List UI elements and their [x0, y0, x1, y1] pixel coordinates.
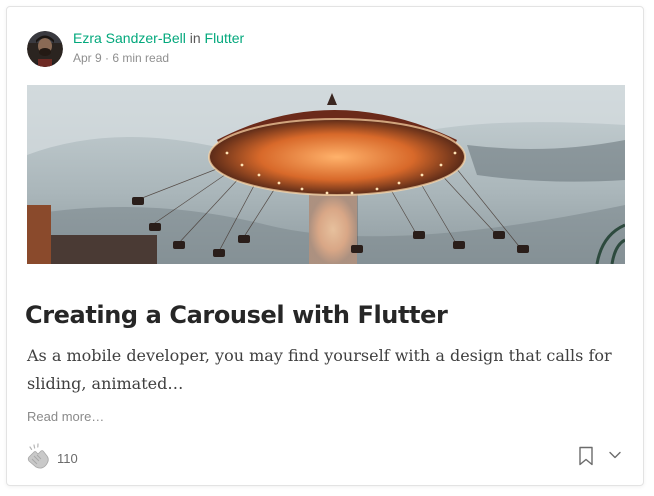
author-avatar[interactable]	[27, 31, 63, 67]
read-time: 6 min read	[112, 51, 170, 65]
chevron-down-icon[interactable]	[607, 448, 623, 462]
author-link[interactable]: Ezra Sandzer-Bell	[73, 30, 186, 46]
post-date-line: Apr 9 · 6 min read	[73, 49, 244, 67]
read-more-link[interactable]: Read more…	[27, 409, 104, 424]
post-title[interactable]: Creating a Carousel with Flutter	[25, 299, 448, 331]
clap-icon[interactable]	[25, 443, 51, 471]
publication-link[interactable]: Flutter	[205, 30, 245, 46]
bookmark-icon[interactable]	[578, 446, 594, 466]
post-subtitle: As a mobile developer, you may find your…	[27, 346, 612, 393]
post-meta: Ezra Sandzer-Bell in Flutter Apr 9 · 6 m…	[73, 28, 244, 67]
meta-separator: ·	[105, 51, 110, 65]
hero-image[interactable]	[27, 85, 625, 264]
in-word: in	[189, 30, 201, 46]
clap-group: 110	[25, 443, 78, 471]
clap-count[interactable]: 110	[57, 451, 78, 466]
byline: Ezra Sandzer-Bell in Flutter	[73, 28, 244, 48]
post-card: Ezra Sandzer-Bell in Flutter Apr 9 · 6 m…	[6, 6, 644, 486]
post-date: Apr 9	[73, 51, 102, 65]
